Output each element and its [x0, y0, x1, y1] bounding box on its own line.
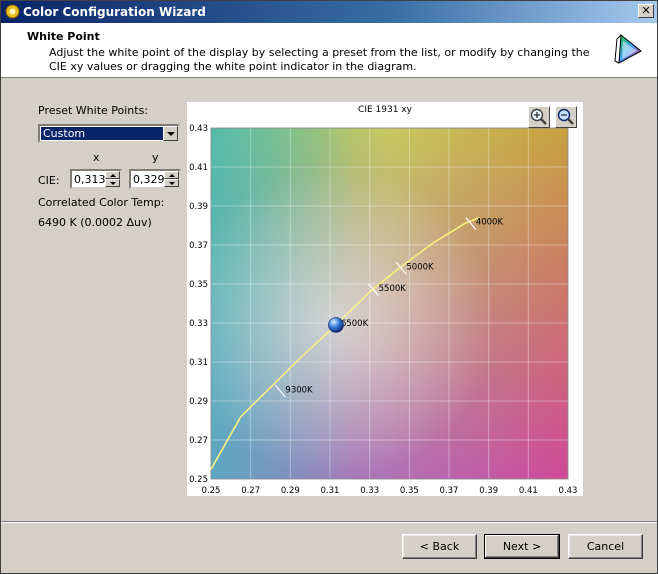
- cie-label: CIE:: [38, 174, 60, 187]
- y-tick-label: 0.35: [189, 280, 208, 290]
- white-point-indicator[interactable]: [328, 317, 344, 333]
- x-tick-label: 0.39: [479, 486, 498, 496]
- y-tick-label: 0.37: [189, 241, 208, 251]
- y-column-header: y: [152, 151, 159, 164]
- cie-x-value: 0,313: [74, 173, 106, 186]
- x-column-header: x: [93, 151, 100, 164]
- y-tick-label: 0.43: [189, 124, 208, 134]
- cie-x-down-button[interactable]: [105, 179, 120, 187]
- x-tick-label: 0.35: [400, 486, 419, 496]
- cie-diagram[interactable]: 0.25 0.27 0.29 0.31 0.33 0.35 0.37 0.39 0.41 0.43…: [187, 102, 583, 496]
- cie-x-up-button[interactable]: [105, 171, 120, 179]
- y-tick-label: 0.41: [189, 163, 208, 173]
- temperature-label: 6500K: [341, 319, 369, 329]
- y-tick-label: 0.25: [189, 475, 208, 485]
- chart-title: CIE 1931 xy: [358, 105, 413, 115]
- y-tick-label: 0.27: [189, 436, 208, 446]
- temperature-label: 9300K: [285, 385, 313, 395]
- arrow-down-icon: [110, 182, 116, 185]
- temperature-label: 5500K: [379, 284, 407, 294]
- temperature-label: 4000K: [476, 218, 504, 228]
- y-tick-label: 0.29: [189, 397, 208, 407]
- x-tick-label: 0.25: [202, 486, 221, 496]
- y-tick-label: 0.33: [189, 319, 208, 329]
- zoom-in-button[interactable]: [528, 106, 550, 128]
- x-tick-label: 0.29: [281, 486, 300, 496]
- cancel-button-label: Cancel: [586, 539, 625, 553]
- preset-select[interactable]: Custom: [38, 124, 180, 143]
- arrow-up-icon: [110, 174, 116, 177]
- cancel-button[interactable]: Cancel: [568, 534, 643, 559]
- y-tick-label: 0.31: [189, 358, 208, 368]
- cie-y-spinbox[interactable]: 0,329: [129, 169, 181, 189]
- preset-label: Preset White Points:: [38, 104, 149, 117]
- zoom-out-icon: [557, 108, 574, 125]
- next-button-label: Next >: [502, 539, 542, 553]
- preset-selected-value: Custom: [41, 127, 164, 140]
- back-button-label: < Back: [419, 539, 460, 553]
- cie-y-up-button[interactable]: [164, 171, 179, 179]
- next-button[interactable]: Next >: [484, 534, 560, 559]
- back-button[interactable]: < Back: [402, 534, 477, 559]
- arrow-down-icon: [169, 182, 175, 185]
- arrow-up-icon: [169, 174, 175, 177]
- dropdown-arrow-button[interactable]: [163, 126, 178, 141]
- close-icon: ✕: [641, 4, 651, 17]
- page-description: Adjust the white point of the display by…: [49, 46, 590, 73]
- x-tick-label: 0.27: [241, 486, 260, 496]
- close-button[interactable]: ✕: [638, 4, 654, 18]
- zoom-in-icon: [530, 108, 547, 125]
- color-gamut-icon: [614, 34, 642, 64]
- x-tick-label: 0.33: [360, 486, 379, 496]
- app-icon: [5, 4, 20, 19]
- cie-chart-svg[interactable]: 0.25 0.27 0.29 0.31 0.33 0.35 0.37 0.39 0.41 0.43…: [187, 102, 583, 496]
- wizard-window: Color Configuration Wizard ✕ White Point…: [0, 0, 658, 574]
- temperature-label: 5000K: [406, 262, 434, 272]
- x-tick-label: 0.37: [440, 486, 459, 496]
- footer-separator: [1, 521, 657, 523]
- y-tick-label: 0.39: [189, 202, 208, 212]
- chevron-down-icon: [167, 132, 175, 136]
- cct-value: 6490 K (0.0002 Δuv): [38, 216, 152, 229]
- wizard-header: White Point Adjust the white point of th…: [1, 23, 657, 78]
- window-title: Color Configuration Wizard: [23, 5, 206, 19]
- cie-y-value: 0,329: [133, 173, 165, 186]
- cie-x-spinbox[interactable]: 0,313: [70, 169, 122, 189]
- cct-label: Correlated Color Temp:: [38, 196, 165, 209]
- x-tick-label: 0.43: [559, 486, 578, 496]
- x-tick-label: 0.31: [321, 486, 340, 496]
- page-title: White Point: [27, 30, 100, 43]
- zoom-out-button[interactable]: [555, 106, 577, 128]
- chromaticity-gradient: [211, 128, 568, 479]
- cie-y-down-button[interactable]: [164, 179, 179, 187]
- x-tick-label: 0.41: [519, 486, 538, 496]
- title-bar[interactable]: Color Configuration Wizard ✕: [1, 1, 657, 23]
